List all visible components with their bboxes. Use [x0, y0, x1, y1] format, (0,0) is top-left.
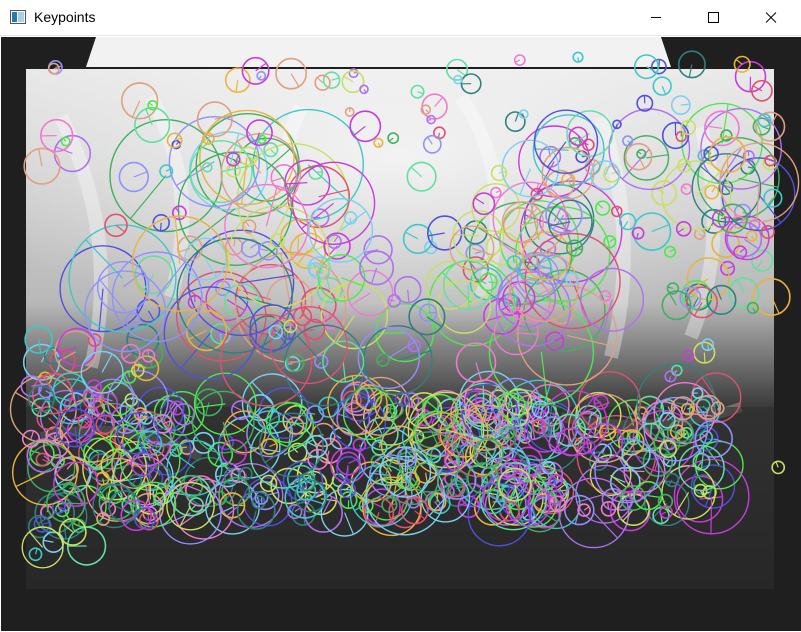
keypoint-orientation	[474, 451, 489, 454]
app-window-icon	[10, 10, 26, 24]
paper-top-strip	[86, 37, 671, 67]
maximize-button[interactable]	[690, 0, 736, 35]
keypoint-orientation	[404, 446, 407, 473]
keypoint-orientation	[220, 333, 222, 344]
keypoint-orientation	[703, 352, 706, 364]
keypoint-orientation	[289, 326, 291, 333]
close-icon	[765, 12, 777, 23]
keypoint-orientation	[260, 497, 263, 505]
minimize-icon	[651, 17, 661, 18]
keypoint-orientation	[426, 119, 432, 121]
minimize-button[interactable]	[633, 0, 679, 35]
title-bar[interactable]: Keypoints	[0, 0, 801, 36]
keypoint-orientation	[607, 501, 610, 509]
keypoint-orientation	[605, 295, 611, 298]
window-title: Keypoints	[34, 9, 96, 25]
keypoints-window: Keypoints	[0, 0, 801, 632]
keypoint-orientation	[710, 496, 713, 534]
keypoints-image	[1, 37, 801, 631]
keypoint-orientation	[349, 217, 352, 224]
maximize-icon	[708, 12, 719, 23]
keypoints-image-canvas	[1, 37, 801, 631]
keypoint-orientation	[615, 124, 618, 129]
keypoint-orientation	[650, 423, 652, 438]
keypoint-orientation	[159, 222, 162, 231]
keypoint-orientation	[315, 171, 323, 173]
keypoint-orientation	[436, 493, 439, 502]
close-button[interactable]	[748, 0, 794, 35]
keypoint-orientation	[658, 59, 661, 67]
keypoint-orientation	[147, 349, 150, 356]
